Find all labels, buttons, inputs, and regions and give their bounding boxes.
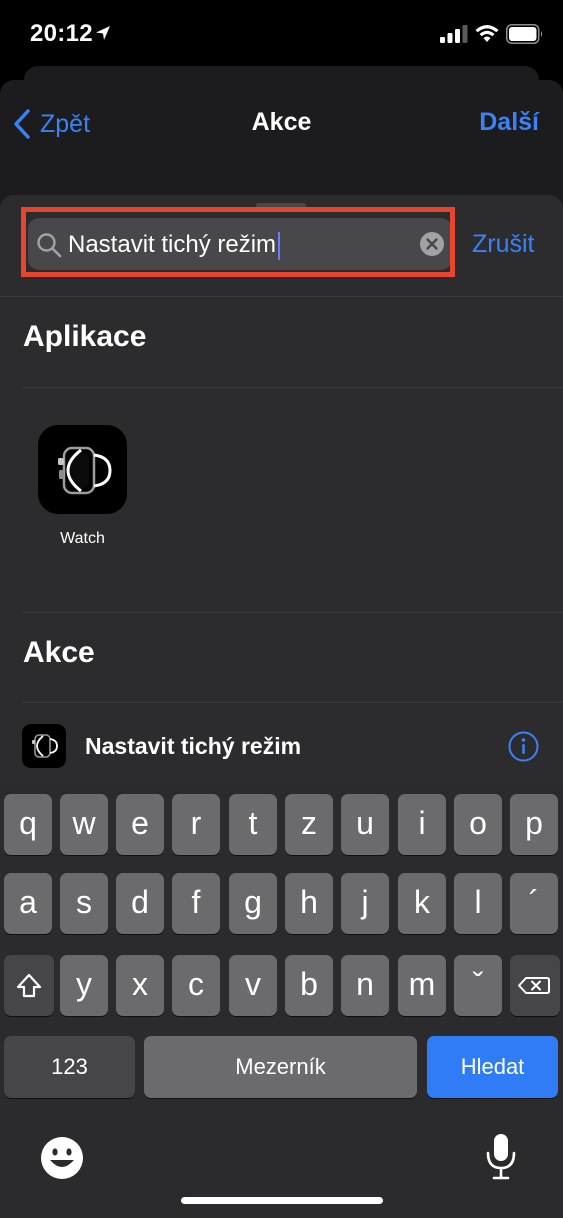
- cancel-button[interactable]: Zrušit: [472, 230, 535, 259]
- emoji-icon[interactable]: [40, 1136, 84, 1180]
- key-caron[interactable]: ˇ: [454, 955, 502, 1016]
- status-time: 20:12: [30, 20, 93, 47]
- key-u[interactable]: u: [341, 794, 389, 855]
- home-indicator[interactable]: [181, 1197, 383, 1204]
- divider: [22, 387, 563, 388]
- battery-icon: [506, 24, 543, 44]
- shift-key[interactable]: [4, 955, 54, 1016]
- space-key[interactable]: Mezerník: [144, 1036, 417, 1098]
- key-y[interactable]: y: [60, 955, 108, 1016]
- key-g[interactable]: g: [229, 873, 277, 934]
- key-w[interactable]: w: [60, 794, 108, 855]
- key-n[interactable]: n: [341, 955, 389, 1016]
- delete-backward-icon: [518, 977, 550, 994]
- key-m[interactable]: m: [398, 955, 446, 1016]
- key-l[interactable]: l: [454, 873, 502, 934]
- key-k[interactable]: k: [398, 873, 446, 934]
- search-highlight-annotation: [21, 207, 455, 277]
- section-title-apps: Aplikace: [23, 320, 147, 353]
- key-f[interactable]: f: [172, 873, 220, 934]
- key-o[interactable]: o: [454, 794, 502, 855]
- search-key[interactable]: Hledat: [427, 1036, 558, 1098]
- divider: [22, 612, 563, 613]
- action-label: Nastavit tichý režim: [85, 733, 302, 759]
- key-j[interactable]: j: [341, 873, 389, 934]
- delete-key[interactable]: [510, 955, 560, 1016]
- key-x[interactable]: x: [116, 955, 164, 1016]
- key-q[interactable]: q: [4, 794, 52, 855]
- cellular-signal-icon: [440, 25, 468, 43]
- key-v[interactable]: v: [229, 955, 277, 1016]
- key-h[interactable]: h: [285, 873, 333, 934]
- key-d[interactable]: d: [116, 873, 164, 934]
- numbers-key[interactable]: 123: [4, 1036, 135, 1098]
- key-b[interactable]: b: [285, 955, 333, 1016]
- divider: [0, 296, 563, 297]
- wifi-icon: [475, 25, 499, 42]
- key-i[interactable]: i: [398, 794, 446, 855]
- app-tile-watch[interactable]: [38, 425, 127, 514]
- divider: [22, 702, 563, 703]
- microphone-icon[interactable]: [484, 1133, 518, 1181]
- status-bar: 20:12: [0, 0, 563, 66]
- key-t[interactable]: t: [229, 794, 277, 855]
- key-s[interactable]: s: [60, 873, 108, 934]
- key-c[interactable]: c: [172, 955, 220, 1016]
- action-icon-container: [22, 724, 66, 768]
- section-title-actions: Akce: [23, 636, 95, 669]
- app-label-watch: Watch: [60, 530, 105, 547]
- watch-icon: [58, 446, 112, 495]
- shift-arrow-icon: [16, 973, 42, 998]
- key-z[interactable]: z: [285, 794, 333, 855]
- location-arrow-icon: [96, 26, 110, 40]
- key-r[interactable]: r: [172, 794, 220, 855]
- key-acute-accent[interactable]: ´: [510, 873, 558, 934]
- key-e[interactable]: e: [116, 794, 164, 855]
- key-p[interactable]: p: [510, 794, 558, 855]
- screen: 20:12 Zpět Akce Další Nastavit tichý rež…: [0, 0, 563, 1218]
- key-a[interactable]: a: [4, 873, 52, 934]
- next-button[interactable]: Další: [479, 108, 539, 137]
- info-icon[interactable]: [508, 731, 539, 762]
- watch-icon: [32, 734, 58, 758]
